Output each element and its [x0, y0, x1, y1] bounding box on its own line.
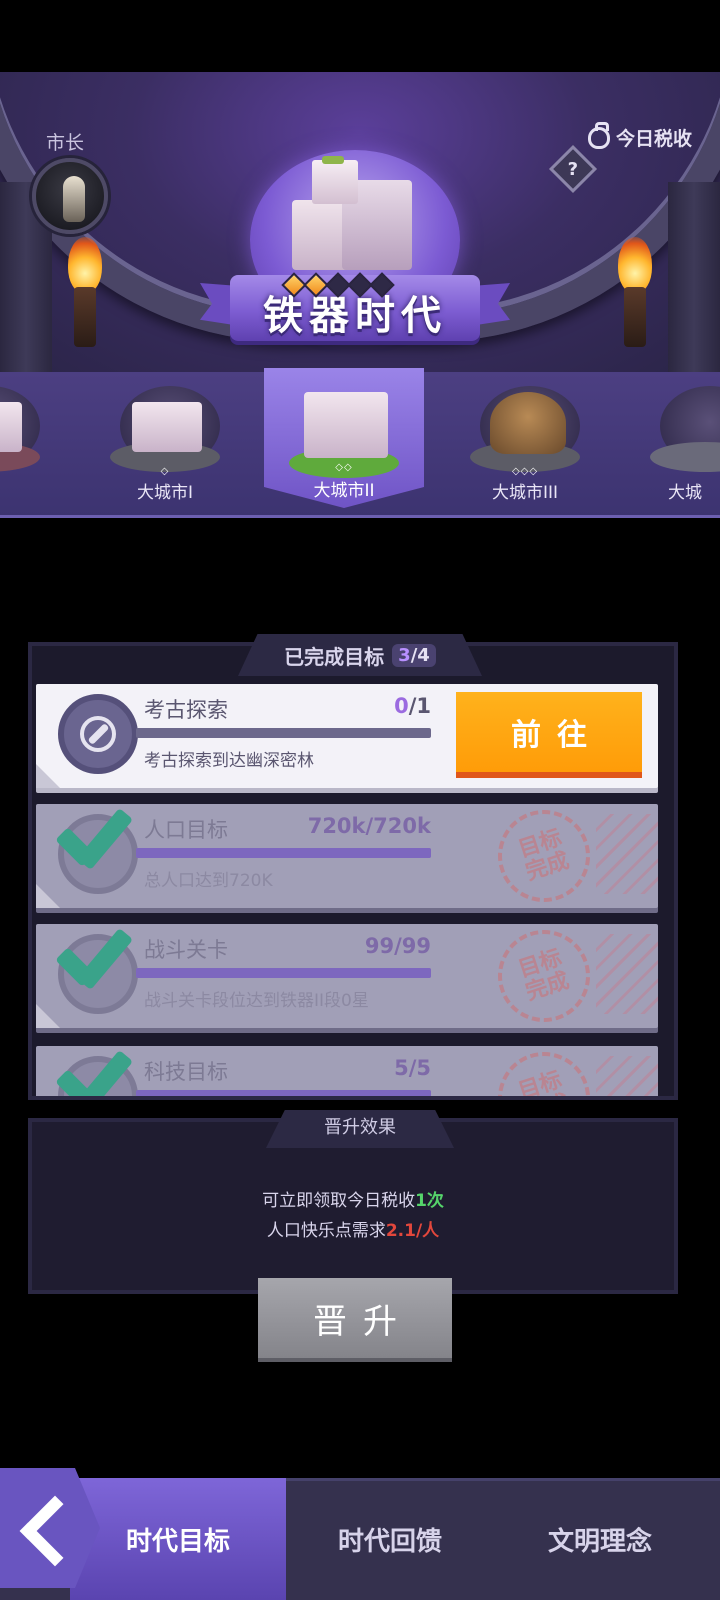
era-stars — [281, 272, 395, 298]
checkmark-icon — [66, 812, 138, 864]
today-tax-link[interactable]: 今日税收 — [587, 121, 692, 151]
pillar-right — [668, 182, 720, 372]
goals-header: 已完成目标 3/4 — [238, 634, 482, 676]
goal-title: 人口目标 — [144, 818, 228, 842]
level-dots: ◇◇ — [335, 462, 353, 473]
go-button[interactable]: 前往 — [456, 692, 642, 772]
tab-era-goals[interactable]: 时代目标 — [70, 1478, 286, 1600]
status-bar — [0, 0, 720, 72]
checkmark-icon — [66, 1054, 138, 1096]
level-dots: ◇ — [160, 466, 170, 477]
stamp-lines — [596, 934, 658, 1014]
goal-icon-frame — [58, 694, 138, 774]
goal-card-tech: 科技目标 5/5 目标完成 — [36, 1040, 658, 1096]
goal-card-battle: 战斗关卡 99/99 战斗关卡段位达到铁器II段0星 目标完成 — [36, 918, 658, 1034]
effects-title: 晋升效果 — [266, 1110, 454, 1148]
stamp-lines — [596, 1056, 658, 1096]
effect-line-happiness: 人口快乐点需求2.1/人 — [266, 1221, 440, 1241]
goal-card-archaeology: 考古探索 0/1 考古探索到达幽深密林 前往 — [36, 684, 658, 788]
goal-title: 科技目标 — [144, 1060, 228, 1084]
chevron-left-icon — [18, 1498, 66, 1558]
money-bag-icon — [587, 121, 610, 149]
tab-era-rewards[interactable]: 时代回馈 — [290, 1478, 490, 1600]
goals-title: 已完成目标 — [284, 644, 385, 669]
level-name: 大城市I — [136, 483, 193, 503]
goal-progress: 720k/720k — [307, 814, 431, 838]
bottom-nav: 时代目标 时代回馈 文明理念 — [0, 1478, 720, 1600]
goals-count-badge: 3/4 — [392, 643, 436, 667]
era-star-icon — [369, 272, 395, 298]
goal-description: 考古探索到达幽深密林 — [144, 751, 314, 771]
goal-progress-bar — [136, 1090, 431, 1096]
checkmark-icon — [66, 932, 138, 984]
torch-right-icon — [612, 237, 658, 357]
level-name: 大城 — [668, 483, 702, 503]
tab-civilization[interactable]: 文明理念 — [500, 1478, 700, 1600]
goal-complete-stamp: 目标完成 — [486, 798, 602, 914]
level-item-1[interactable]: ◇ 大城市I — [110, 372, 240, 518]
level-name: 大城市II — [313, 481, 375, 501]
goal-progress-bar — [136, 728, 431, 738]
avatar-figure-icon — [63, 176, 85, 222]
level-previous[interactable] — [0, 372, 60, 518]
level-strip[interactable]: ◇ 大城市I ◇◇ 大城市II ◇◇◇ 大城市III 大城 — [0, 368, 720, 518]
goal-progress: 5/5 — [394, 1056, 431, 1080]
compass-icon — [80, 716, 116, 752]
promote-button[interactable]: 晋升 — [258, 1278, 452, 1358]
goal-title: 考古探索 — [144, 698, 228, 722]
goal-list[interactable]: 考古探索 0/1 考古探索到达幽深密林 前往 人口目标 720k/720k 总人… — [36, 684, 666, 1096]
goal-progress: 0/1 — [394, 694, 431, 718]
goal-complete-stamp: 目标完成 — [486, 1040, 602, 1096]
level-item-4[interactable]: 大城 — [650, 372, 720, 518]
level-dots: ◇◇◇ — [511, 466, 539, 477]
goal-description: 战斗关卡段位达到铁器II段0星 — [144, 991, 369, 1011]
goal-progress-bar — [136, 848, 431, 858]
mayor-avatar[interactable] — [32, 158, 108, 234]
goal-complete-stamp: 目标完成 — [486, 918, 602, 1034]
level-item-2-active[interactable]: ◇◇ 大城市II — [264, 368, 424, 518]
level-item-3[interactable]: ◇◇◇ 大城市III — [470, 372, 600, 518]
mayor-label: 市长 — [46, 132, 85, 154]
goal-description: 总人口达到720K — [144, 871, 273, 891]
level-name: 大城市III — [491, 483, 559, 503]
era-building-icon — [282, 156, 432, 275]
torch-left-icon — [62, 237, 108, 357]
stamp-lines — [596, 814, 658, 894]
effect-line-tax: 可立即领取今日税收1次 — [262, 1191, 444, 1211]
today-tax-label: 今日税收 — [615, 128, 692, 150]
goal-progress-bar — [136, 968, 431, 978]
goal-card-population: 人口目标 720k/720k 总人口达到720K 目标完成 — [36, 798, 658, 914]
goal-title: 战斗关卡 — [144, 938, 228, 962]
goal-progress: 99/99 — [364, 934, 431, 958]
